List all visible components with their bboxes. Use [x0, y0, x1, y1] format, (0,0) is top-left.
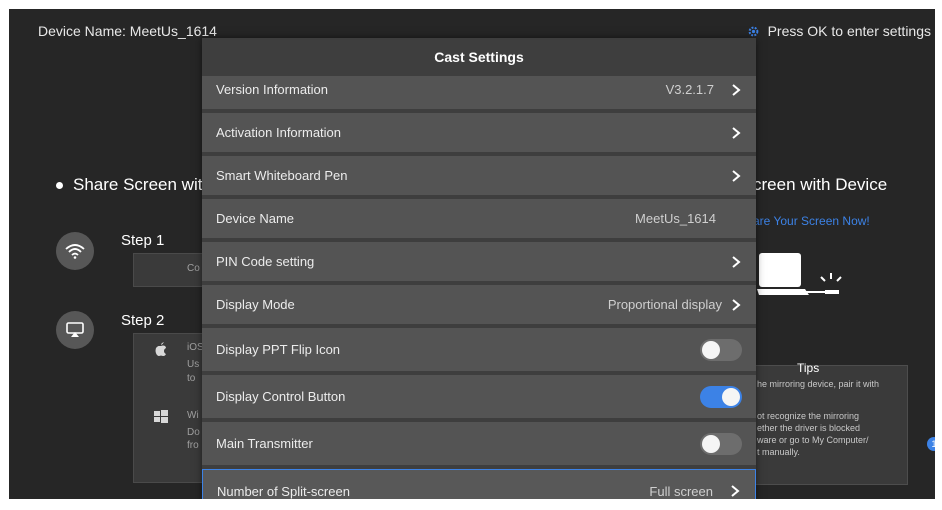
chevron-right-icon	[732, 83, 741, 96]
tips-line: ware or go to My Computer/	[757, 435, 869, 445]
ppt-flip-toggle[interactable]	[700, 338, 742, 361]
tips-line: he mirroring device, pair it with	[757, 379, 880, 389]
chevron-right-icon	[731, 485, 740, 497]
settings-list: Version Information V3.2.1.7 Activation …	[202, 76, 756, 499]
cast-settings-dialog: Cast Settings Version Information V3.2.1…	[202, 38, 756, 499]
toggle-knob	[702, 434, 720, 453]
row-label: Display Mode	[216, 297, 295, 312]
ios-text-3: to	[187, 373, 196, 384]
control-button-toggle[interactable]	[700, 385, 742, 408]
windows-text-2: Do	[187, 427, 200, 438]
row-value: Full screen	[649, 483, 713, 499]
row-label: Device Name	[216, 211, 295, 226]
settings-hint: Press OK to enter settings	[747, 23, 931, 39]
row-number-of-split-screen[interactable]: Number of Split-screen Full screen	[202, 469, 756, 499]
row-pin-code-setting[interactable]: PIN Code setting	[202, 242, 756, 283]
row-label: Number of Split-screen	[217, 483, 350, 499]
chevron-right-icon	[732, 126, 741, 139]
windows-icon	[154, 410, 168, 423]
tips-line: ot recognize the mirroring	[757, 411, 860, 421]
device-name-label: Device Name: MeetUs_1614	[38, 23, 217, 39]
tips-line: ether the driver is blocked	[757, 423, 861, 433]
windows-text-3: fro	[187, 440, 199, 451]
chevron-right-icon	[732, 255, 741, 268]
toggle-knob	[702, 340, 720, 359]
share-screen-heading-left: Share Screen wit	[56, 175, 202, 195]
wifi-icon	[56, 232, 94, 270]
tv-screen: Device Name: MeetUs_1614 Press OK to ent…	[9, 9, 935, 499]
row-label: Display PPT Flip Icon	[216, 342, 341, 357]
row-label: Main Transmitter	[216, 436, 313, 451]
chevron-right-icon	[732, 298, 741, 311]
dialog-title: Cast Settings	[434, 49, 524, 65]
settings-hint-text: Press OK to enter settings	[767, 23, 931, 39]
ios-text-2: Us	[187, 359, 200, 370]
step-2-label: Step 2	[121, 312, 165, 329]
row-label: PIN Code setting	[216, 254, 315, 269]
row-value: MeetUs_1614	[635, 211, 716, 226]
row-version-information[interactable]: Version Information V3.2.1.7	[202, 76, 756, 111]
tips-title: Tips	[797, 361, 820, 375]
tips-line: t manually.	[757, 447, 800, 457]
step-1-label: Step 1	[121, 232, 165, 249]
airplay-icon	[56, 311, 94, 349]
row-value: Proportional display	[607, 297, 722, 312]
laptop-illustration	[757, 253, 842, 295]
gear-icon	[748, 26, 758, 36]
chevron-right-icon	[732, 169, 741, 182]
share-now-link: are Your Screen Now!	[753, 214, 870, 228]
row-label: Activation Information	[216, 125, 342, 140]
row-value: V3.2.1.7	[665, 82, 714, 97]
row-device-name[interactable]: Device Name MeetUs_1614	[202, 199, 756, 240]
side-badge: 1	[927, 437, 935, 451]
row-activation-information[interactable]: Activation Information	[202, 113, 756, 154]
windows-text: Wi	[187, 410, 199, 421]
row-display-control-button[interactable]: Display Control Button	[202, 375, 756, 420]
step-2-card	[133, 333, 205, 483]
row-display-ppt-flip-icon[interactable]: Display PPT Flip Icon	[202, 328, 756, 373]
share-screen-heading-right: creen with Device	[753, 175, 888, 194]
row-label: Display Control Button	[216, 389, 346, 404]
row-main-transmitter[interactable]: Main Transmitter	[202, 422, 756, 467]
row-label: Smart Whiteboard Pen	[216, 168, 348, 183]
main-transmitter-toggle[interactable]	[700, 432, 742, 455]
step-1-text: Co	[187, 263, 200, 274]
toggle-knob	[722, 387, 740, 406]
row-display-mode[interactable]: Display Mode Proportional display	[202, 285, 756, 326]
row-label: Version Information	[216, 82, 329, 97]
share-left-text: Share Screen wit	[73, 175, 203, 194]
row-smart-whiteboard-pen[interactable]: Smart Whiteboard Pen	[202, 156, 756, 197]
bullet-icon	[56, 181, 63, 189]
apple-icon	[155, 342, 166, 356]
